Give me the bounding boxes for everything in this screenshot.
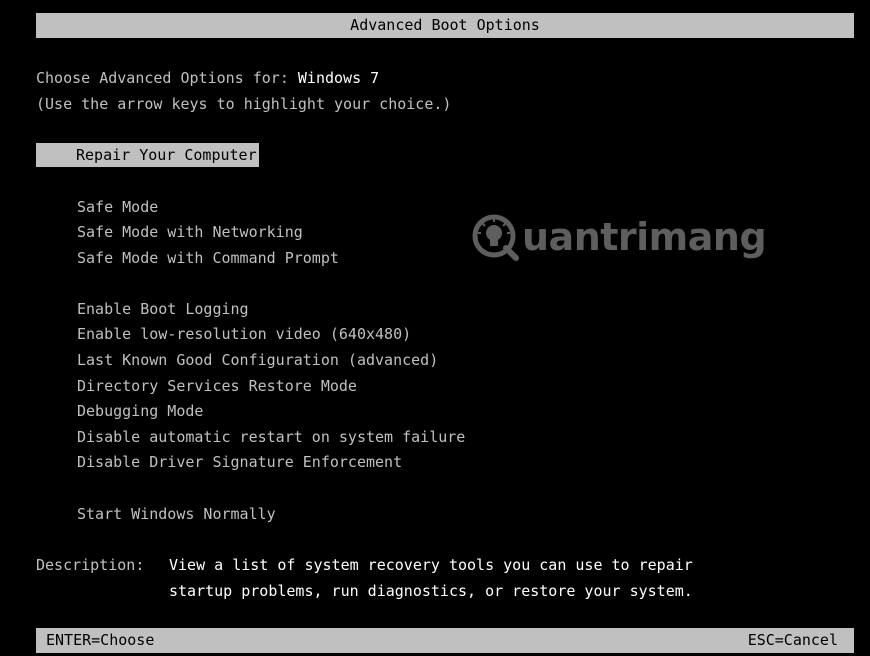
menu-item-repair-your-computer[interactable]: Repair Your Computer xyxy=(36,143,259,167)
description-line-2: startup problems, run diagnostics, or re… xyxy=(169,582,693,600)
menu-item-enable-boot-logging[interactable]: Enable Boot Logging xyxy=(77,299,249,319)
menu-item-disable-auto-restart[interactable]: Disable automatic restart on system fail… xyxy=(77,427,465,447)
description-label: Description: xyxy=(36,556,145,574)
menu-item-last-known-good[interactable]: Last Known Good Configuration (advanced) xyxy=(77,350,438,370)
enter-choose-hint: ENTER=Choose xyxy=(46,631,155,649)
intro-line-1: Choose Advanced Options for: Windows 7 xyxy=(36,68,379,88)
lightbulb-q-logo-icon xyxy=(472,214,519,261)
menu-item-directory-services-restore[interactable]: Directory Services Restore Mode xyxy=(77,376,357,396)
description-line-1: View a list of system recovery tools you… xyxy=(169,556,693,574)
menu-item-safe-mode[interactable]: Safe Mode xyxy=(77,197,158,217)
menu-item-debugging-mode[interactable]: Debugging Mode xyxy=(77,401,203,421)
intro-line-2: (Use the arrow keys to highlight your ch… xyxy=(36,95,452,113)
watermark-text: uantrimang xyxy=(522,215,767,259)
watermark: uantrimang xyxy=(470,205,767,269)
intro-prefix: Choose Advanced Options for: xyxy=(36,69,298,87)
title-bar: Advanced Boot Options xyxy=(36,13,854,38)
menu-item-safe-mode-networking[interactable]: Safe Mode with Networking xyxy=(77,222,303,242)
menu-item-safe-mode-command-prompt[interactable]: Safe Mode with Command Prompt xyxy=(77,248,339,268)
page-title: Advanced Boot Options xyxy=(350,16,540,34)
esc-cancel-hint: ESC=Cancel xyxy=(747,631,838,649)
menu-item-low-resolution-video[interactable]: Enable low-resolution video (640x480) xyxy=(77,324,411,344)
menu-item-disable-driver-signature[interactable]: Disable Driver Signature Enforcement xyxy=(77,452,402,472)
footer-bar: ENTER=Choose ESC=Cancel xyxy=(36,628,854,653)
menu-item-start-windows-normally[interactable]: Start Windows Normally xyxy=(77,504,276,524)
os-name: Windows 7 xyxy=(297,69,380,87)
